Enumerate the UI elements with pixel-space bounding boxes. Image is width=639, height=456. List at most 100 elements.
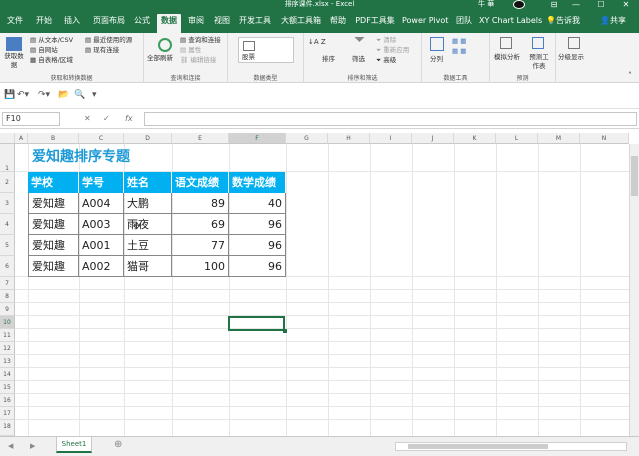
save-icon[interactable]: 💾: [4, 89, 15, 101]
vertical-scrollbar[interactable]: [629, 144, 639, 436]
table-cell[interactable]: 爱知趣: [28, 193, 79, 214]
text-to-columns-button[interactable]: 分列: [430, 55, 443, 64]
row-header-16[interactable]: 16: [0, 394, 15, 407]
tell-me-search[interactable]: 💡告诉我: [546, 14, 580, 28]
row-header-1[interactable]: 1: [0, 144, 15, 172]
table-cell[interactable]: A003: [79, 214, 124, 235]
column-header-f[interactable]: F: [229, 133, 286, 144]
table-cell[interactable]: A004: [79, 193, 124, 214]
table-cell[interactable]: 69: [172, 214, 229, 235]
get-data-button[interactable]: 获取数据: [2, 52, 26, 70]
row-header-7[interactable]: 7: [0, 277, 15, 290]
name-box[interactable]: F10: [2, 112, 60, 126]
column-header-l[interactable]: L: [496, 133, 538, 144]
open-folder-icon[interactable]: 📂: [58, 89, 69, 101]
stocks-button[interactable]: 股票: [242, 53, 255, 62]
table-cell[interactable]: A002: [79, 256, 124, 277]
share-button[interactable]: 👤共享: [600, 14, 626, 28]
what-if-button[interactable]: 模拟分析: [494, 53, 520, 62]
refresh-all-button[interactable]: 全部刷新: [147, 54, 173, 63]
next-sheet-icon[interactable]: ▶: [30, 440, 35, 452]
remove-duplicates-icon[interactable]: ▦ ▦: [452, 47, 466, 56]
row-header-12[interactable]: 12: [0, 342, 15, 355]
minimize-button[interactable]: —: [567, 0, 585, 9]
tab-xy-chart-labels[interactable]: XY Chart Labels: [479, 14, 542, 28]
customize-qat-icon[interactable]: ▾: [92, 89, 97, 101]
column-header-m[interactable]: M: [538, 133, 580, 144]
cancel-icon[interactable]: ✕: [84, 112, 91, 126]
table-cell[interactable]: 89: [172, 193, 229, 214]
tab-formulas[interactable]: 公式: [132, 14, 152, 28]
ribbon-display-icon[interactable]: ⊟: [545, 0, 563, 9]
from-web-button[interactable]: ▤ 自网站: [30, 46, 58, 55]
avatar[interactable]: [513, 0, 525, 9]
column-header-a[interactable]: A: [15, 133, 28, 144]
header-cell-math-score[interactable]: 数学成绩: [229, 172, 286, 193]
select-all-corner[interactable]: [0, 133, 15, 144]
row-header-13[interactable]: 13: [0, 355, 15, 368]
table-cell[interactable]: 100: [172, 256, 229, 277]
close-button[interactable]: ✕: [617, 0, 635, 9]
properties-button[interactable]: ▤ 属性: [180, 46, 201, 55]
tab-power-pivot[interactable]: Power Pivot: [402, 14, 448, 28]
row-header-9[interactable]: 9: [0, 303, 15, 316]
table-cell[interactable]: 土豆: [124, 235, 172, 256]
recent-sources-button[interactable]: ▤ 最近使用的源: [85, 36, 132, 45]
selected-cell-f10[interactable]: [228, 316, 287, 333]
table-cell[interactable]: 77: [172, 235, 229, 256]
clear-filter-button[interactable]: ⏷ 清除: [376, 36, 396, 45]
row-header-6[interactable]: 6: [0, 256, 15, 277]
table-cell[interactable]: 96: [229, 256, 286, 277]
table-cell[interactable]: 爱知趣: [28, 256, 79, 277]
data-types-gallery[interactable]: 股票: [238, 37, 294, 63]
sheet-tab-sheet1[interactable]: Sheet1: [56, 437, 92, 453]
column-header-h[interactable]: H: [328, 133, 370, 144]
horizontal-scroll-thumb[interactable]: [408, 444, 548, 449]
tab-insert[interactable]: 插入: [62, 14, 82, 28]
tab-file[interactable]: 文件: [6, 14, 24, 28]
prev-sheet-icon[interactable]: ◀: [8, 440, 13, 452]
flash-fill-icon[interactable]: ▦ ▦: [452, 37, 466, 46]
tab-team[interactable]: 团队: [455, 14, 473, 28]
tab-help[interactable]: 帮助: [328, 14, 348, 28]
row-header-17[interactable]: 17: [0, 407, 15, 420]
queries-connections-button[interactable]: ▤ 查询和连接: [180, 36, 221, 45]
table-cell[interactable]: 40: [229, 193, 286, 214]
tab-toolbox[interactable]: 大额工具箱: [278, 14, 324, 28]
table-cell[interactable]: 爱知趣: [28, 235, 79, 256]
row-header-3[interactable]: 3: [0, 193, 15, 214]
column-header-d[interactable]: D: [124, 133, 172, 144]
tab-data[interactable]: 数据: [157, 14, 181, 33]
row-header-4[interactable]: 4: [0, 214, 15, 235]
header-cell-chinese-score[interactable]: 语文成绩: [172, 172, 229, 193]
sheet-title-cell[interactable]: 爱知趣排序专题: [32, 148, 130, 166]
table-cell[interactable]: 猫哥: [124, 256, 172, 277]
vertical-scroll-thumb[interactable]: [631, 156, 638, 196]
row-header-14[interactable]: 14: [0, 368, 15, 381]
collapse-ribbon-icon[interactable]: ˄: [628, 71, 632, 80]
tab-review[interactable]: 审阅: [186, 14, 206, 28]
header-cell-student-id[interactable]: 学号: [79, 172, 124, 193]
table-cell[interactable]: 96: [229, 235, 286, 256]
tab-developer[interactable]: 开发工具: [238, 14, 272, 28]
existing-connections-button[interactable]: ▤ 现有连接: [85, 46, 119, 55]
row-header-5[interactable]: 5: [0, 235, 15, 256]
column-header-c[interactable]: C: [79, 133, 124, 144]
insert-function-icon[interactable]: fx: [125, 112, 133, 126]
edit-links-button[interactable]: ⛓ 编辑链接: [180, 56, 216, 65]
table-cell[interactable]: A001: [79, 235, 124, 256]
column-header-k[interactable]: K: [454, 133, 496, 144]
tab-page-layout[interactable]: 页面布局: [91, 14, 127, 28]
header-cell-name[interactable]: 姓名: [124, 172, 172, 193]
maximize-button[interactable]: ☐: [592, 0, 610, 9]
add-sheet-icon[interactable]: ⊕: [114, 439, 122, 451]
column-header-b[interactable]: B: [28, 133, 79, 144]
row-header-2[interactable]: 2: [0, 172, 15, 193]
from-text-csv-button[interactable]: ▤ 从文本/CSV: [30, 36, 73, 45]
table-cell[interactable]: 96: [229, 214, 286, 235]
sort-az-icon[interactable]: ↓A Z: [308, 38, 326, 47]
table-cell[interactable]: 爱知趣: [28, 214, 79, 235]
row-header-18[interactable]: 18: [0, 420, 15, 436]
user-name[interactable]: 牛 華: [478, 0, 494, 9]
column-header-g[interactable]: G: [286, 133, 328, 144]
